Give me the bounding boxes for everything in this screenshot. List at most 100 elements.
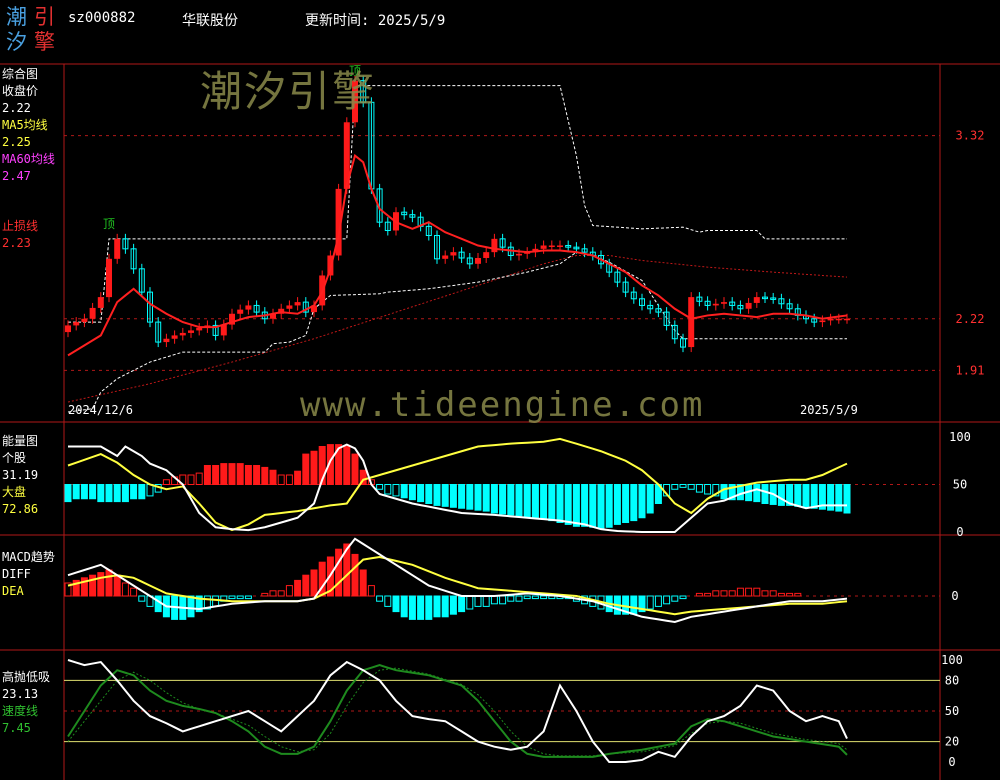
energy-bar	[294, 470, 302, 486]
energy-bar	[343, 446, 351, 485]
macd-bar	[277, 590, 285, 597]
energy-bar	[212, 465, 220, 485]
energy-bar	[835, 484, 843, 512]
candle-body	[475, 257, 481, 264]
macd-bar	[351, 553, 359, 597]
energy-bar	[72, 484, 80, 500]
energy-tick-label: 0	[956, 525, 963, 539]
energy-bar	[671, 484, 679, 490]
candle-body	[179, 332, 186, 336]
energy-bar	[646, 484, 654, 514]
energy-bar	[515, 484, 523, 517]
macd-bar	[777, 592, 785, 597]
candle-body	[65, 325, 71, 333]
macd-bar	[630, 595, 638, 615]
candle-body	[450, 252, 457, 256]
macd-bar	[466, 595, 474, 610]
energy-bar	[482, 484, 490, 512]
macd-bar	[769, 590, 777, 597]
oscillator-value: 23.13	[2, 687, 39, 701]
energy-bar	[802, 484, 810, 508]
energy-bar	[285, 474, 293, 485]
energy-bar	[417, 484, 425, 503]
energy-bar	[695, 484, 703, 493]
energy-tick-label: 100	[949, 430, 971, 444]
energy-bar	[572, 484, 580, 527]
energy-bar	[269, 469, 277, 485]
energy-bar	[466, 484, 474, 510]
candle-body	[540, 245, 547, 249]
price-tick-label: 3.32	[956, 129, 985, 143]
price-tick-label: 2.22	[956, 312, 985, 326]
macd-bar	[113, 574, 121, 597]
energy-bar	[187, 474, 195, 485]
energy-bar	[64, 484, 72, 503]
macd-bar	[97, 572, 105, 597]
energy-bar	[425, 484, 433, 504]
energy-bar	[622, 484, 630, 523]
oscillator-tick-label: 100	[941, 653, 963, 667]
macd-bar	[236, 595, 244, 600]
candle-body	[163, 338, 170, 343]
macd-bar	[154, 595, 162, 613]
energy-bar	[687, 484, 695, 490]
macd-bar	[507, 595, 515, 602]
macd-bar	[523, 595, 531, 600]
ma60-value: 2.47	[2, 169, 31, 183]
energy-bar	[507, 484, 515, 516]
macd-bar	[138, 595, 146, 602]
candle-body	[721, 302, 727, 304]
energy-bar	[433, 484, 441, 506]
candle-body	[712, 303, 719, 306]
macd-bar	[294, 579, 302, 597]
ma5-label: MA5均线	[2, 118, 48, 132]
energy-bar	[121, 484, 129, 503]
macd-bar	[794, 592, 802, 597]
macd-bar	[458, 595, 466, 613]
macd-bar	[187, 595, 195, 618]
chart-root: 潮 引 汐 擎 sz000882 华联股份 更新时间: 2025/5/9 3.3…	[0, 0, 1000, 780]
energy-bar	[228, 463, 236, 486]
energy-bar	[613, 484, 621, 525]
speed-line-label: 速度线	[2, 704, 39, 718]
energy-bar	[130, 484, 138, 500]
ma60-line	[67, 254, 848, 403]
candle-body	[97, 297, 104, 308]
energy-bar	[581, 484, 589, 527]
price-tick-label: 1.91	[956, 363, 985, 377]
ma5-line	[67, 153, 848, 357]
energy-bar	[408, 484, 416, 501]
energy-bar	[810, 484, 818, 509]
candle-body	[81, 318, 88, 323]
macd-bar	[425, 595, 433, 620]
candle-body	[516, 253, 522, 256]
diff-label: DIFF	[2, 567, 31, 581]
macd-bar	[384, 595, 392, 607]
candle-body	[171, 335, 178, 339]
energy-bar	[777, 484, 785, 506]
energy-bar	[351, 453, 359, 486]
energy-bar	[310, 450, 318, 485]
macd-panel-title: MACD趋势	[2, 550, 55, 564]
energy-bar	[605, 484, 613, 528]
energy-bar	[843, 484, 851, 514]
macd-bar	[745, 587, 753, 597]
energy-panel-title: 能量图	[2, 434, 39, 448]
macd-bar	[736, 587, 744, 597]
macd-bar	[490, 595, 498, 605]
candle-body	[844, 318, 850, 321]
candle-body	[106, 258, 112, 298]
candle-body	[114, 238, 121, 259]
candle-body	[819, 320, 826, 323]
macd-bar	[433, 595, 441, 618]
macd-tick-label: 0	[951, 589, 958, 603]
market-energy-label: 大盘	[2, 485, 27, 499]
close-label: 收盘价	[2, 84, 39, 98]
energy-bar	[244, 465, 252, 485]
energy-bar	[761, 484, 769, 504]
candle-body	[827, 318, 834, 321]
energy-bar	[630, 484, 638, 522]
energy-bar	[704, 484, 712, 495]
top-marker: 顶	[103, 217, 115, 231]
macd-bar	[531, 595, 539, 600]
